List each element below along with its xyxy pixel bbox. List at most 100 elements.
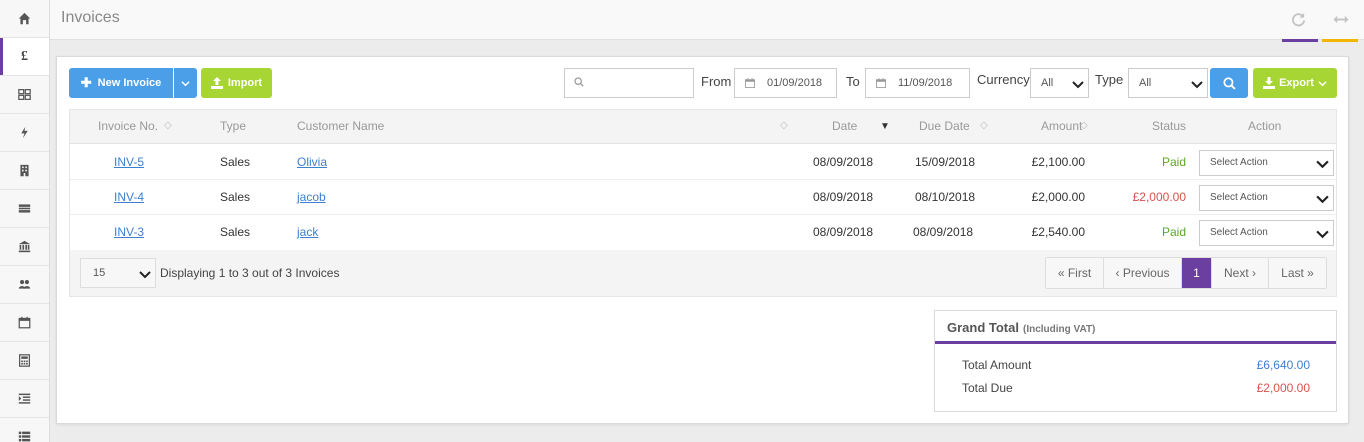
header-due-date[interactable]: Due Date	[919, 119, 970, 133]
invoice-amount: £2,540.00	[1031, 225, 1085, 239]
plus-icon: ✚	[80, 75, 92, 90]
table-row: INV-3 Sales jack 08/09/2018 08/09/2018 £…	[70, 215, 1336, 250]
action-select-value: Select Action	[1210, 192, 1268, 203]
search-button[interactable]	[1210, 68, 1248, 98]
export-button[interactable]: Export	[1253, 68, 1337, 98]
status-paid: Paid	[1161, 155, 1186, 169]
action-select[interactable]: Select Action	[1199, 150, 1334, 176]
indent-icon	[18, 393, 31, 404]
invoice-type: Sales	[220, 225, 251, 239]
total-amount-label: Total Amount	[962, 358, 1032, 372]
sort-icon[interactable]: ◇	[1080, 120, 1088, 131]
new-invoice-button[interactable]: ✚ New Invoice	[69, 68, 173, 98]
sidebar: £	[0, 0, 50, 442]
sidebar-item-users[interactable]	[0, 266, 49, 304]
total-due-label: Total Due	[962, 381, 1013, 395]
bank-icon	[18, 240, 31, 253]
sort-desc-icon[interactable]: ▼	[880, 121, 890, 132]
action-select[interactable]: Select Action	[1199, 185, 1334, 211]
to-date-value: 11/09/2018	[898, 77, 953, 89]
type-select[interactable]: All	[1128, 68, 1208, 98]
header-amount[interactable]: Amount	[1041, 119, 1082, 133]
building-icon	[20, 164, 29, 177]
type-value: All	[1139, 77, 1152, 89]
invoice-due-date: 08/09/2018	[913, 225, 974, 239]
sidebar-item-home[interactable]	[0, 0, 49, 38]
download-icon	[1263, 77, 1276, 89]
customer-link[interactable]: Olivia	[297, 155, 327, 169]
chevron-down-icon	[1316, 230, 1329, 239]
header-date[interactable]: Date	[832, 119, 857, 133]
chevron-down-icon	[1316, 160, 1329, 169]
upload-icon	[210, 77, 223, 89]
invoice-type: Sales	[220, 190, 251, 204]
sidebar-item-bank[interactable]	[0, 228, 49, 266]
sort-icon[interactable]: ◇	[164, 120, 172, 131]
page-size-select[interactable]: 15	[80, 258, 156, 288]
sidebar-item-list[interactable]	[0, 418, 49, 442]
chevron-down-icon	[1072, 81, 1084, 89]
sidebar-item-calculator[interactable]	[0, 342, 49, 380]
invoices-panel: ✚ New Invoice Import From 01/09/2018 To …	[56, 56, 1349, 424]
invoice-date: 08/09/2018	[813, 225, 874, 239]
customer-link[interactable]: jacob	[297, 190, 326, 204]
previous-page-button[interactable]: ‹ Previous	[1104, 258, 1182, 288]
total-amount-row: Total Amount £6,640.00	[962, 358, 1310, 372]
search-icon	[574, 77, 584, 87]
sidebar-item-card[interactable]	[0, 190, 49, 228]
pagination: « First ‹ Previous 1 Next › Last »	[1045, 257, 1327, 289]
home-icon	[18, 12, 31, 25]
invoice-number-link[interactable]: INV-4	[114, 190, 144, 204]
to-label: To	[846, 74, 860, 89]
calendar-icon	[876, 78, 886, 88]
header-invoice-no[interactable]: Invoice No.	[98, 119, 158, 133]
users-icon	[18, 280, 31, 289]
grand-total-title: Grand Total	[947, 320, 1019, 335]
calendar-icon	[745, 78, 755, 88]
refresh-icon[interactable]	[1291, 12, 1306, 31]
new-invoice-label: New Invoice	[97, 77, 162, 89]
customer-link[interactable]: jack	[297, 225, 318, 239]
chevron-down-icon	[1316, 195, 1329, 204]
action-select[interactable]: Select Action	[1199, 220, 1334, 246]
invoice-due-date: 15/09/2018	[915, 155, 976, 169]
table-row: INV-4 Sales jacob 08/09/2018 08/10/2018 …	[70, 180, 1336, 215]
page-size-value: 15	[93, 267, 106, 279]
invoice-amount: £2,100.00	[1031, 155, 1085, 169]
currency-select[interactable]: All	[1030, 68, 1089, 98]
expand-horizontal-icon[interactable]	[1332, 12, 1350, 31]
sidebar-item-invoices[interactable]: £	[0, 38, 49, 76]
grand-total-subtitle: (Including VAT)	[1022, 324, 1096, 335]
chevron-down-icon	[139, 271, 151, 279]
invoice-due-date: 08/10/2018	[915, 190, 976, 204]
new-invoice-dropdown-button[interactable]	[174, 68, 197, 98]
invoice-number-link[interactable]: INV-3	[114, 225, 144, 239]
search-input[interactable]	[564, 68, 694, 98]
first-page-button[interactable]: « First	[1046, 258, 1104, 288]
sort-icon[interactable]: ◇	[980, 120, 988, 131]
last-page-button[interactable]: Last »	[1269, 258, 1326, 288]
header-action: Action	[1248, 119, 1282, 133]
sidebar-item-indent[interactable]	[0, 380, 49, 418]
sort-icon[interactable]: ◇	[780, 120, 788, 131]
chevron-down-icon	[181, 80, 190, 86]
search-icon	[1222, 76, 1236, 90]
bolt-icon	[21, 126, 28, 139]
from-date-field[interactable]: 01/09/2018	[734, 68, 837, 98]
sidebar-item-bolt[interactable]	[0, 114, 49, 152]
sidebar-item-grid[interactable]	[0, 76, 49, 114]
pound-icon: £	[21, 48, 28, 64]
to-date-field[interactable]: 11/09/2018	[865, 68, 970, 98]
import-button[interactable]: Import	[201, 68, 272, 98]
invoice-number-link[interactable]: INV-5	[114, 155, 144, 169]
sidebar-item-calendar[interactable]	[0, 304, 49, 342]
page-1-button[interactable]: 1	[1182, 258, 1212, 288]
currency-value: All	[1041, 77, 1054, 89]
next-page-button[interactable]: Next ›	[1212, 258, 1269, 288]
import-label: Import	[227, 77, 263, 89]
header-customer-name[interactable]: Customer Name	[297, 119, 384, 133]
grand-total-panel: Grand Total (Including VAT) Total Amount …	[934, 310, 1337, 412]
list-icon	[18, 431, 31, 442]
tab-indicator-yellow	[1322, 39, 1358, 42]
sidebar-item-building[interactable]	[0, 152, 49, 190]
